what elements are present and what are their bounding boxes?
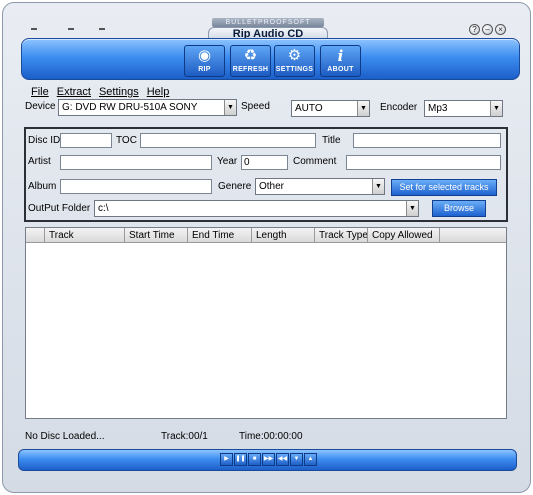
genre-label: Genere xyxy=(218,181,252,192)
year-field[interactable]: 0 xyxy=(241,155,288,170)
about-button[interactable]: i ABOUT xyxy=(320,45,361,77)
about-label: ABOUT xyxy=(327,66,354,73)
track-list-header: Track Start Time End Time Length Track T… xyxy=(26,228,506,243)
move-up-icon[interactable]: ▲ xyxy=(304,453,317,466)
title-tick-left xyxy=(31,28,37,30)
artist-label: Artist xyxy=(28,156,51,167)
speed-select[interactable]: AUTO ▼ xyxy=(291,100,370,117)
minimize-button[interactable]: – xyxy=(482,24,493,35)
disc-id-label: Disc ID xyxy=(28,135,61,146)
album-label: Album xyxy=(28,181,57,192)
rip-button[interactable]: ◉ RIP xyxy=(184,45,225,77)
main-toolbar: ◉ RIP ♻ REFRESH ⚙ SETTINGS i ABOUT xyxy=(21,38,520,80)
info-icon: i xyxy=(337,47,344,65)
track-list[interactable]: Track Start Time End Time Length Track T… xyxy=(25,227,507,419)
output-folder-value: c:\ xyxy=(98,203,109,214)
disc-status: No Disc Loaded... xyxy=(25,431,105,442)
title-tick-right xyxy=(99,28,105,30)
year-label: Year xyxy=(217,156,238,167)
disc-icon: ◉ xyxy=(197,47,212,64)
title-field[interactable] xyxy=(353,133,501,148)
time-counter: Time:00:00:00 xyxy=(239,431,303,442)
toc-label: TOC xyxy=(116,135,137,146)
chevron-down-icon[interactable]: ▼ xyxy=(406,201,418,216)
artist-field[interactable] xyxy=(60,155,212,170)
album-field[interactable] xyxy=(60,179,212,194)
track-counter: Track:00/1 xyxy=(161,431,208,442)
previous-icon[interactable]: ◀◀ xyxy=(276,453,289,466)
device-select[interactable]: G: DVD RW DRU-510A SONY ▼ xyxy=(58,99,237,116)
gear-icon: ⚙ xyxy=(287,47,302,64)
menu-file[interactable]: File xyxy=(31,86,49,98)
genre-select[interactable]: Other ▼ xyxy=(255,178,385,195)
browse-button[interactable]: Browse xyxy=(432,200,486,217)
settings-button[interactable]: ⚙ SETTINGS xyxy=(274,45,315,77)
device-value: G: DVD RW DRU-510A SONY xyxy=(62,102,198,113)
chevron-down-icon[interactable]: ▼ xyxy=(357,101,369,116)
encoder-label: Encoder xyxy=(380,102,418,113)
transport-bar: ▶ ❚❚ ■ ▶▶ ◀◀ ▼ ▲ xyxy=(18,449,517,471)
column-end-time[interactable]: End Time xyxy=(188,228,252,243)
device-label: Device xyxy=(25,101,56,112)
menu-settings[interactable]: Settings xyxy=(99,86,139,98)
output-folder-label: OutPut Folder xyxy=(28,203,91,214)
chevron-down-icon[interactable]: ▼ xyxy=(224,100,236,115)
column-start-time[interactable]: Start Time xyxy=(125,228,188,243)
help-button[interactable]: ? xyxy=(469,24,480,35)
close-button[interactable]: × xyxy=(495,24,506,35)
speed-value: AUTO xyxy=(295,103,323,114)
toc-field[interactable] xyxy=(140,133,316,148)
menu-help[interactable]: Help xyxy=(147,86,170,98)
column-copy-allowed[interactable]: Copy Allowed xyxy=(368,228,440,243)
title-tick-mid xyxy=(68,28,74,30)
recycle-icon: ♻ xyxy=(243,47,258,64)
title-label: Title xyxy=(322,135,341,146)
speed-label: Speed xyxy=(241,101,270,112)
refresh-button[interactable]: ♻ REFRESH xyxy=(230,45,271,77)
chevron-down-icon[interactable]: ▼ xyxy=(490,101,502,116)
set-for-selected-tracks-button[interactable]: Set for selected tracks xyxy=(391,179,497,196)
comment-label: Comment xyxy=(293,156,337,167)
column-length[interactable]: Length xyxy=(252,228,315,243)
menu-extract[interactable]: Extract xyxy=(57,86,91,98)
play-icon[interactable]: ▶ xyxy=(220,453,233,466)
encoder-value: Mp3 xyxy=(428,103,448,114)
genre-value: Other xyxy=(259,181,285,192)
next-icon[interactable]: ▶▶ xyxy=(262,453,275,466)
column-select[interactable] xyxy=(26,228,45,243)
output-folder-select[interactable]: c:\ ▼ xyxy=(94,200,419,217)
column-track[interactable]: Track xyxy=(45,228,125,243)
pause-icon[interactable]: ❚❚ xyxy=(234,453,247,466)
refresh-label: REFRESH xyxy=(232,66,269,73)
settings-label: SETTINGS xyxy=(275,66,314,73)
move-down-icon[interactable]: ▼ xyxy=(290,453,303,466)
comment-field[interactable] xyxy=(346,155,501,170)
stop-icon[interactable]: ■ xyxy=(248,453,261,466)
menu-bar: File Extract Settings Help xyxy=(31,86,169,98)
disc-id-field[interactable] xyxy=(60,133,112,148)
column-track-type[interactable]: Track Type xyxy=(315,228,368,243)
rip-label: RIP xyxy=(198,66,211,73)
chevron-down-icon[interactable]: ▼ xyxy=(372,179,384,194)
encoder-select[interactable]: Mp3 ▼ xyxy=(424,100,503,117)
brand-label: BULLETPROOFSOFT xyxy=(212,18,324,27)
